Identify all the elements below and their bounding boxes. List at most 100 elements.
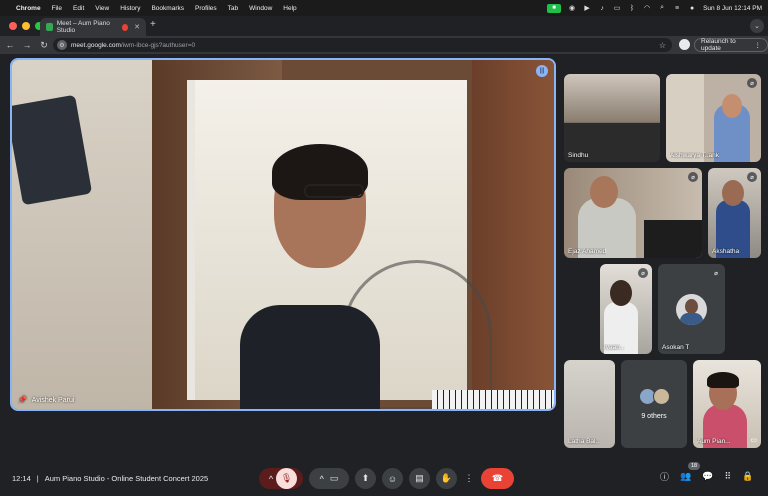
host-controls-icon[interactable]: 🔒 xyxy=(742,471,753,482)
browser-toolbar: ← → ↻ ⚙ meet.google.com/iwm-ibce-gjs?aut… xyxy=(0,36,768,54)
meeting-side-controls: ⓘ 👥 💬 ⠿ 🔒 xyxy=(660,470,753,483)
presentation-icon: ▭ xyxy=(750,437,757,444)
people-icon[interactable]: 👥 xyxy=(680,471,691,482)
mic-off-icon: ⌀ xyxy=(747,172,757,182)
captions-icon: ▤ xyxy=(415,473,424,483)
tab-search-icon[interactable]: ⌄ xyxy=(750,19,764,33)
others-tile[interactable]: 9 others xyxy=(621,360,687,448)
chevron-up-icon[interactable]: ^ xyxy=(320,474,324,484)
macos-menubar: Chrome File Edit View History Bookmarks … xyxy=(0,0,768,16)
activities-icon[interactable]: ⠿ xyxy=(724,471,731,482)
participant-tile-latha[interactable]: Latha Bal... xyxy=(564,360,615,448)
menu-app-name[interactable]: Chrome xyxy=(16,5,41,12)
participant-name: Akshatha xyxy=(712,248,740,255)
participant-tile-ejaz[interactable]: ⌀ Ejaz Ahamed xyxy=(564,168,702,258)
info-icon[interactable]: ⓘ xyxy=(660,470,669,483)
microphone-toggle[interactable]: ^ 🎙 xyxy=(259,468,303,489)
participant-name: Ivaan... xyxy=(604,344,626,351)
play-icon[interactable]: ▶ xyxy=(583,4,591,12)
menu-window[interactable]: Window xyxy=(249,5,272,12)
minimize-window-button[interactable] xyxy=(22,22,30,30)
close-tab-icon[interactable]: ✕ xyxy=(134,23,140,31)
participant-name: Asokan T xyxy=(662,344,690,351)
participant-tile-ivaan[interactable]: ⌀ Ivaan... xyxy=(600,264,652,354)
menu-view[interactable]: View xyxy=(95,5,109,12)
menu-edit[interactable]: Edit xyxy=(73,5,84,12)
participant-tile-sindhu[interactable]: Sindhu xyxy=(564,74,660,162)
main-speaker-name: 📌 Avishek Parui xyxy=(18,396,75,405)
close-window-button[interactable] xyxy=(9,22,17,30)
participant-tile-aishwarya[interactable]: ⌀ Aishwarya T..ank xyxy=(666,74,761,162)
siri-icon[interactable]: ● xyxy=(688,4,696,12)
video-piano xyxy=(644,220,702,258)
chevron-up-icon[interactable]: ^ xyxy=(269,474,273,484)
others-count: 9 others xyxy=(641,413,667,420)
browser-tab-meet[interactable]: Meet – Aum Piano Studio ✕ xyxy=(40,18,146,36)
camera-indicator-icon[interactable]: ■ xyxy=(547,3,562,13)
bluetooth-icon[interactable]: ᛒ xyxy=(628,4,636,12)
main-speaker-label: Avishek Parui xyxy=(31,396,75,404)
call-controls: ^ 🎙 ^ ▭ ⬆ ☺ ▤ ✋ ⋮ ☎ xyxy=(259,468,514,489)
relaunch-button[interactable]: Relaunch to update ⋮ xyxy=(694,38,768,52)
more-vert-icon: ⋮ xyxy=(464,473,474,483)
more-options-button[interactable]: ⋮ xyxy=(463,468,475,489)
menu-help[interactable]: Help xyxy=(283,5,296,12)
speaking-indicator-icon: ||| xyxy=(536,65,548,77)
search-icon[interactable]: ⌕ xyxy=(658,4,666,12)
site-info-icon[interactable]: ⚙ xyxy=(57,40,67,50)
camera-icon[interactable]: ▭ xyxy=(330,473,339,484)
participant-tile-aum[interactable]: Aum Pian... ▭ xyxy=(693,360,761,448)
video-person-head xyxy=(722,94,742,118)
menubar-tray: ■ ◉ ▶ ♪ ▭ ᛒ ◠ ⌕ ≡ ● Sun 8 Jun 12:14 PM xyxy=(547,0,762,16)
back-icon[interactable]: ← xyxy=(3,40,17,50)
others-avatars xyxy=(638,388,670,405)
new-tab-button[interactable]: + xyxy=(150,19,156,30)
bookmark-star-icon[interactable]: ☆ xyxy=(659,41,666,50)
participant-name: Aishwarya T..ank xyxy=(670,152,720,159)
screen-record-icon[interactable]: ◉ xyxy=(568,4,576,12)
forward-icon[interactable]: → xyxy=(20,40,34,50)
phone-hangup-icon: ☎ xyxy=(491,473,504,483)
volume-icon[interactable]: ♪ xyxy=(598,4,606,12)
battery-icon[interactable]: ▭ xyxy=(613,4,621,12)
camera-toggle[interactable]: ^ ▭ xyxy=(309,468,349,489)
control-center-icon[interactable]: ≡ xyxy=(673,4,681,12)
video-person-head xyxy=(590,176,618,208)
mic-off-icon: ⌀ xyxy=(711,268,721,278)
menu-profiles[interactable]: Profiles xyxy=(195,5,217,12)
recording-indicator-icon xyxy=(122,23,129,31)
wifi-icon[interactable]: ◠ xyxy=(643,4,651,12)
url-path: /iwm-ibce-gjs?authuser=0 xyxy=(120,41,196,49)
participant-count-badge: 18 xyxy=(688,462,700,470)
menu-bookmarks[interactable]: Bookmarks xyxy=(151,5,184,12)
avatar xyxy=(652,388,670,405)
leave-call-button[interactable]: ☎ xyxy=(481,468,514,489)
main-speaker-tile[interactable]: ||| 📌 Avishek Parui xyxy=(10,58,556,411)
present-button[interactable]: ⬆ xyxy=(355,468,376,489)
video-person-head xyxy=(610,280,632,306)
chat-icon[interactable]: 💬 xyxy=(702,471,713,482)
more-menu-icon[interactable]: ⋮ xyxy=(755,41,762,49)
menu-history[interactable]: History xyxy=(120,5,140,12)
meet-favicon-icon xyxy=(46,23,53,31)
browser-tabbar: Meet – Aum Piano Studio ✕ + ⌄ xyxy=(0,16,768,36)
menu-file[interactable]: File xyxy=(52,5,62,12)
raise-hand-button[interactable]: ✋ xyxy=(436,468,457,489)
relaunch-label: Relaunch to update xyxy=(701,38,736,52)
profile-avatar[interactable] xyxy=(679,39,690,50)
participant-tile-akshatha[interactable]: ⌀ Akshatha xyxy=(708,168,761,258)
mic-off-icon: ⌀ xyxy=(747,78,757,88)
captions-button[interactable]: ▤ xyxy=(409,468,430,489)
menubar-clock[interactable]: Sun 8 Jun 12:14 PM xyxy=(703,5,762,12)
participant-name: Aum Pian... xyxy=(697,438,731,445)
reactions-button[interactable]: ☺ xyxy=(382,468,403,489)
participant-name: Sindhu xyxy=(568,152,589,159)
pin-icon[interactable]: 📌 xyxy=(18,396,27,404)
meeting-time: 12:14 xyxy=(12,474,31,483)
participant-name: Latha Bal... xyxy=(568,438,601,445)
reload-icon[interactable]: ↻ xyxy=(37,40,51,51)
mic-off-icon[interactable]: 🎙 xyxy=(276,468,298,489)
menu-tab[interactable]: Tab xyxy=(228,5,238,12)
participant-tile-asokan[interactable]: ⌀ Asokan T xyxy=(658,264,725,354)
address-bar[interactable]: ⚙ meet.google.com/iwm-ibce-gjs?authuser=… xyxy=(53,38,672,52)
